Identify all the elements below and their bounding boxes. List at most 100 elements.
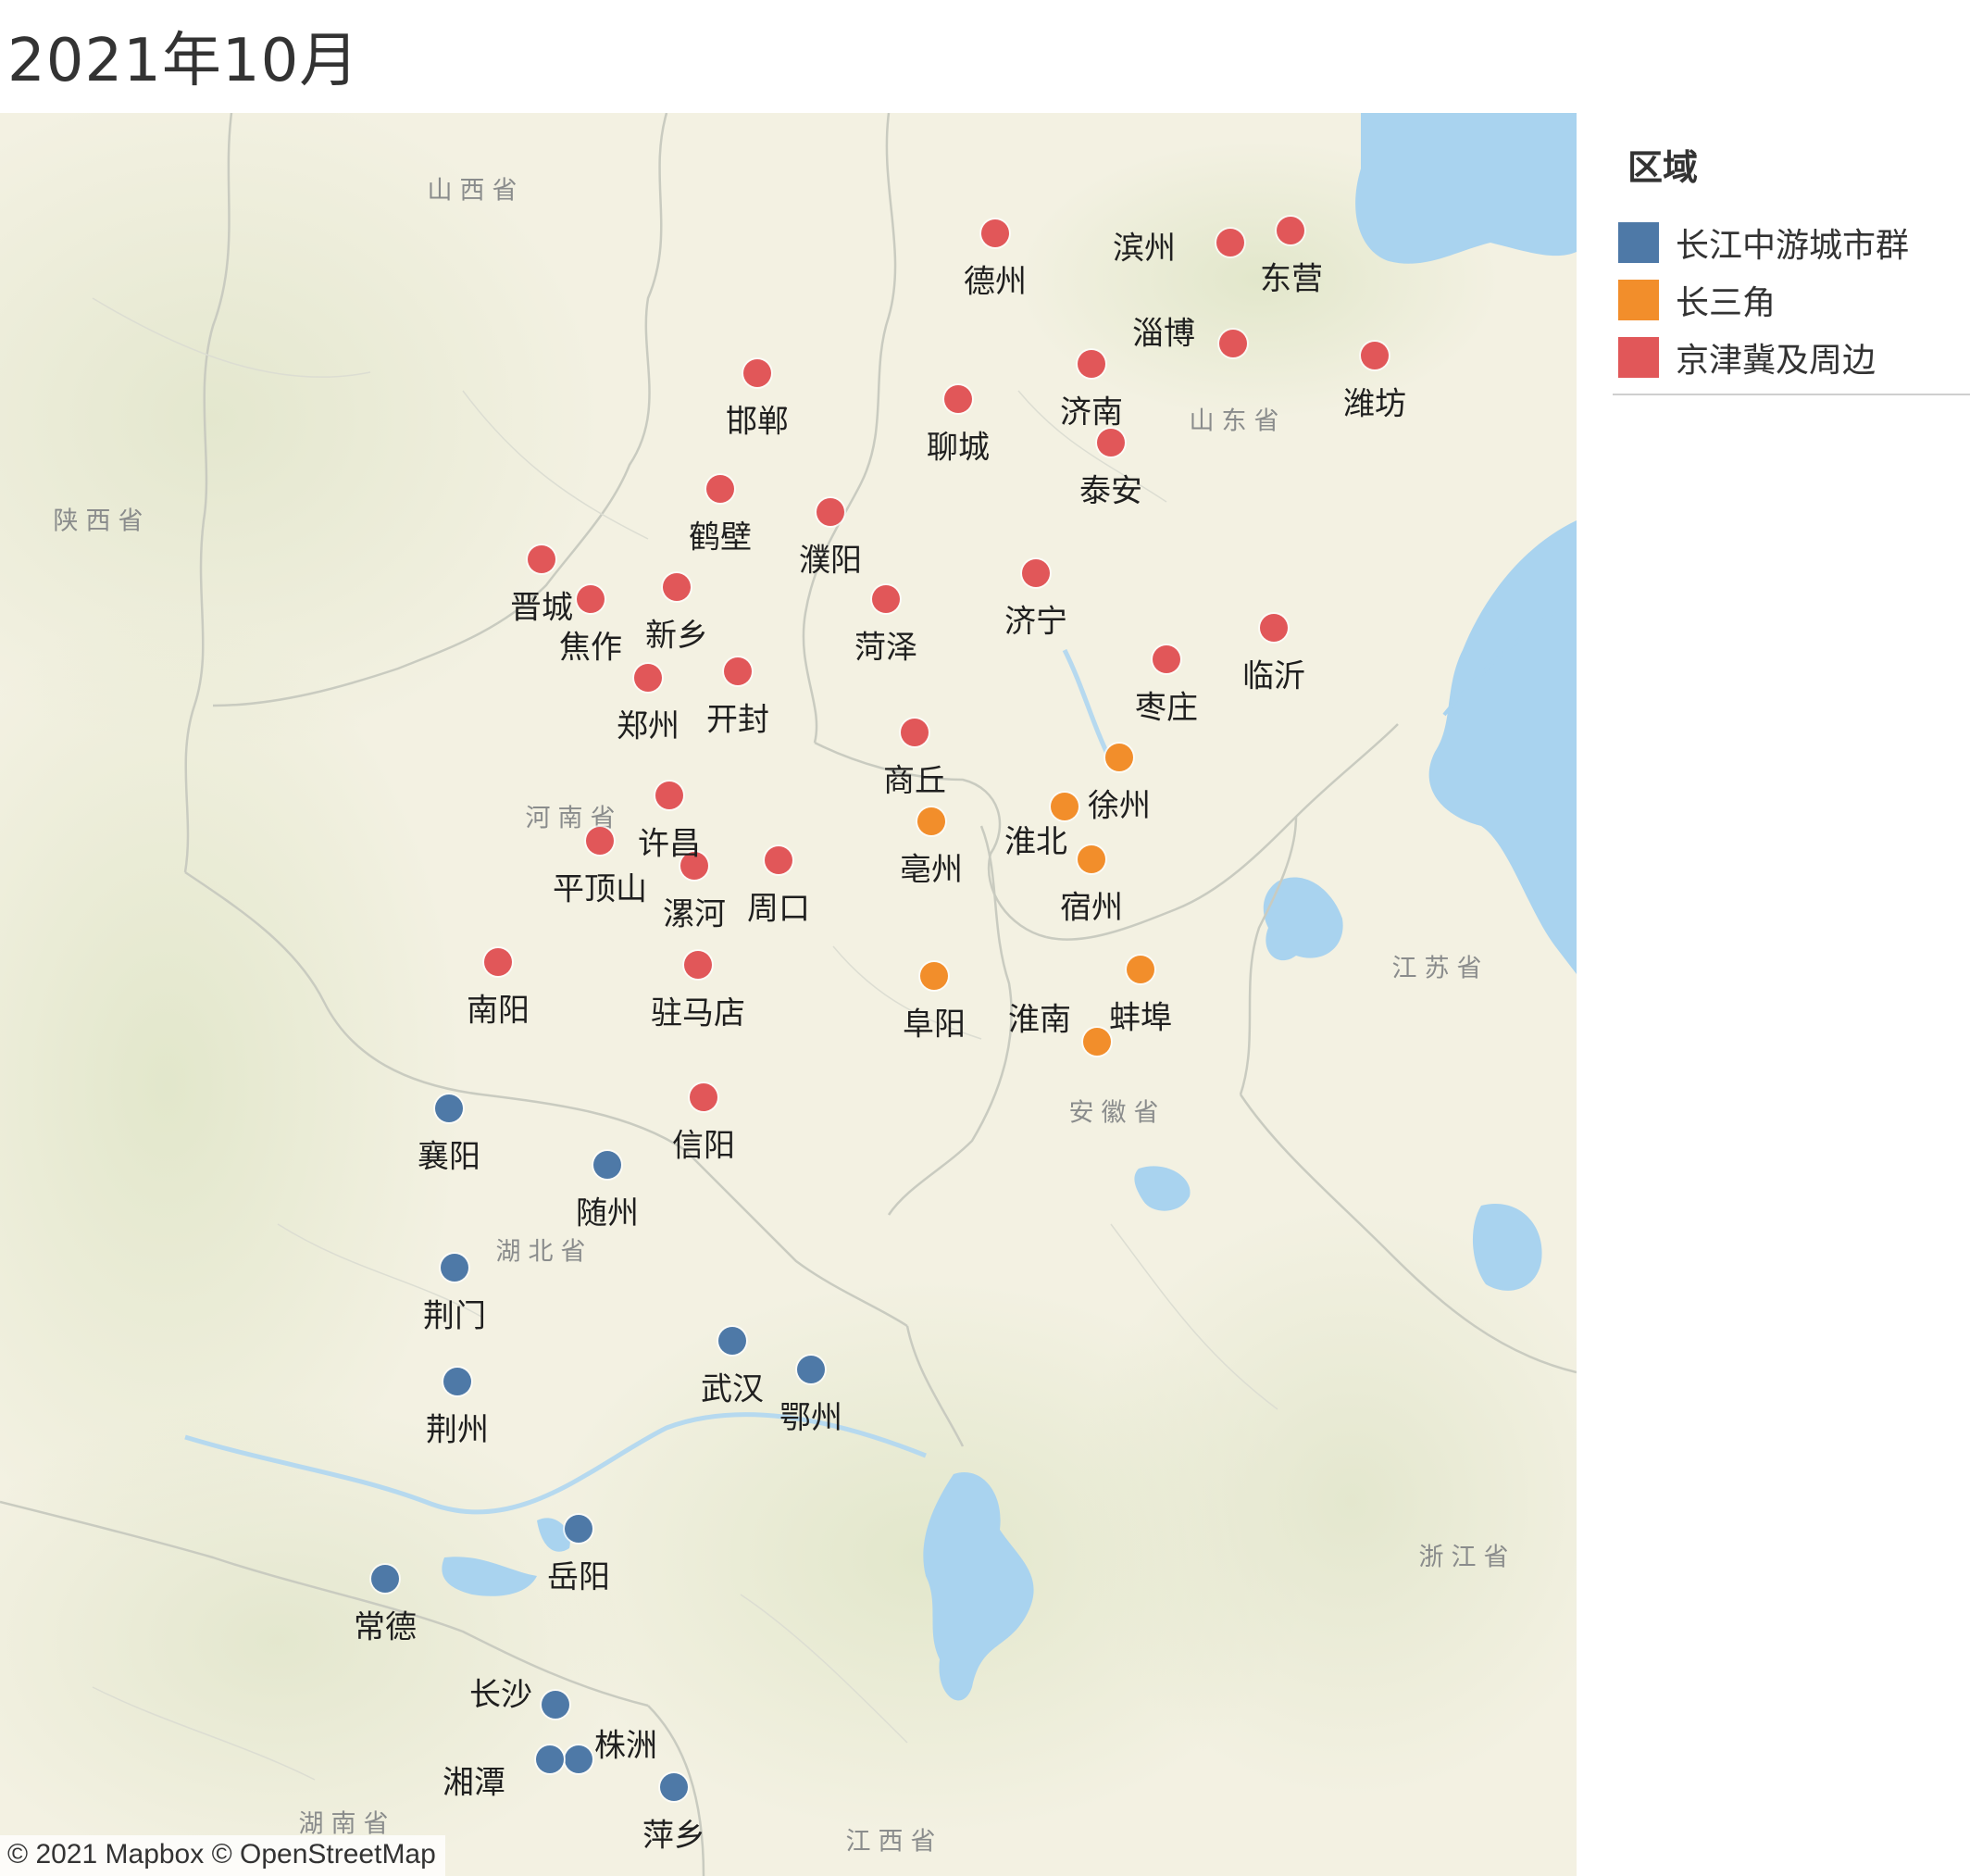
city-marker[interactable] [443,1368,471,1395]
city-label: 晋城 [510,589,573,627]
city-label: 淮南 [1008,1001,1071,1039]
city-marker[interactable] [1105,744,1133,771]
city-label: 鄂州 [779,1399,842,1437]
city-marker[interactable] [371,1565,399,1593]
city-marker[interactable] [1219,330,1247,357]
city-marker[interactable] [743,359,771,387]
legend-swatch [1618,222,1659,263]
city-marker[interactable] [435,1094,463,1122]
city-label: 亳州 [900,851,963,889]
province-label: 河南省 [525,804,623,833]
legend-item-jingjinji[interactable]: 京津冀及周边 [1613,329,1970,386]
city-label: 临沂 [1242,657,1305,695]
province-label: 浙江省 [1418,1543,1516,1572]
city-marker[interactable] [593,1151,621,1179]
province-label: 山东省 [1189,406,1287,436]
city-label: 徐州 [1088,787,1151,825]
city-marker[interactable] [655,782,683,809]
city-marker[interactable] [718,1327,746,1355]
city-marker[interactable] [724,657,752,685]
city-marker[interactable] [706,475,734,503]
city-marker[interactable] [1260,614,1288,642]
city-label: 随州 [576,1194,639,1232]
legend-label: 长江中游城市群 [1676,227,1910,265]
city-marker[interactable] [634,664,662,692]
city-label: 济南 [1060,394,1123,431]
province-label: 陕西省 [53,507,151,536]
city-marker[interactable] [663,573,691,601]
city-marker[interactable] [765,846,792,874]
province-label: 湖北省 [495,1237,593,1267]
legend-swatch [1618,280,1659,320]
city-label: 濮阳 [799,542,862,580]
city-label: 枣庄 [1135,689,1198,727]
city-label: 宿州 [1060,889,1123,927]
city-label: 东营 [1260,260,1323,298]
city-marker[interactable] [817,498,844,526]
city-marker[interactable] [684,951,712,979]
city-marker[interactable] [660,1773,688,1801]
legend-item-yangtze-middle[interactable]: 长江中游城市群 [1613,214,1970,271]
city-marker[interactable] [690,1083,717,1111]
legend-label: 京津冀及周边 [1676,342,1876,380]
city-marker[interactable] [484,948,512,976]
city-marker[interactable] [1083,1028,1111,1056]
city-marker[interactable] [441,1254,468,1282]
city-marker[interactable] [797,1356,825,1383]
city-marker[interactable] [577,585,605,613]
city-label: 武汉 [701,1370,764,1408]
city-marker[interactable] [1097,429,1125,456]
city-marker[interactable] [917,807,945,835]
map-attribution[interactable]: © 2021 Mapbox © OpenStreetMap [0,1835,445,1876]
legend-swatch [1618,337,1659,378]
city-marker[interactable] [586,827,614,855]
city-marker[interactable] [542,1691,569,1719]
city-label: 泰安 [1079,472,1142,510]
city-marker[interactable] [528,545,555,573]
city-label: 萍乡 [642,1817,705,1855]
city-marker[interactable] [1216,229,1244,256]
city-marker[interactable] [1277,217,1304,244]
province-label: 山西省 [427,176,525,206]
city-marker[interactable] [901,719,929,746]
legend-item-yangtze-delta[interactable]: 长三角 [1613,271,1970,329]
city-marker[interactable] [1078,350,1105,378]
city-label: 郑州 [617,707,680,745]
city-marker[interactable] [1127,956,1154,983]
city-label: 常德 [354,1608,417,1646]
city-label: 淮北 [1004,823,1067,861]
legend: 区域 长江中游城市群 长三角 京津冀及周边 [1613,113,1970,395]
city-label: 株洲 [594,1727,657,1765]
city-marker[interactable] [565,1515,592,1543]
city-label: 漯河 [663,895,726,933]
city-marker[interactable] [565,1745,592,1773]
city-marker[interactable] [981,219,1009,247]
city-marker[interactable] [872,585,900,613]
city-label: 新乡 [645,617,708,655]
city-marker[interactable] [1361,342,1389,369]
basemap [0,113,1577,1876]
city-label: 岳阳 [547,1558,610,1596]
city-marker[interactable] [920,962,948,990]
city-marker[interactable] [1078,845,1105,873]
city-label: 焦作 [559,629,622,667]
province-label: 江苏省 [1391,954,1490,983]
map-canvas[interactable]: 山西省 陕西省 山东省 河南省 江苏省 安徽省 湖北省 浙江省 江西省 湖南省 德州 滨州 东营 淄博潍… [0,113,1577,1876]
city-label: 湘潭 [443,1764,505,1802]
city-label: 济宁 [1004,603,1067,641]
city-label: 聊城 [927,429,990,467]
city-label: 商丘 [883,762,946,800]
city-marker[interactable] [1022,559,1050,587]
city-label: 蚌埠 [1109,999,1172,1037]
city-marker[interactable] [536,1745,564,1773]
city-label: 长沙 [469,1676,532,1714]
page-title: 2021年10月 [7,27,360,95]
city-marker[interactable] [1153,645,1180,673]
city-label: 开封 [706,701,769,739]
city-label: 南阳 [467,992,530,1030]
city-label: 信阳 [672,1127,735,1165]
city-label: 鹤壁 [689,519,752,557]
city-label: 荆门 [423,1297,486,1335]
city-marker[interactable] [944,385,972,413]
legend-divider [1613,394,1970,395]
